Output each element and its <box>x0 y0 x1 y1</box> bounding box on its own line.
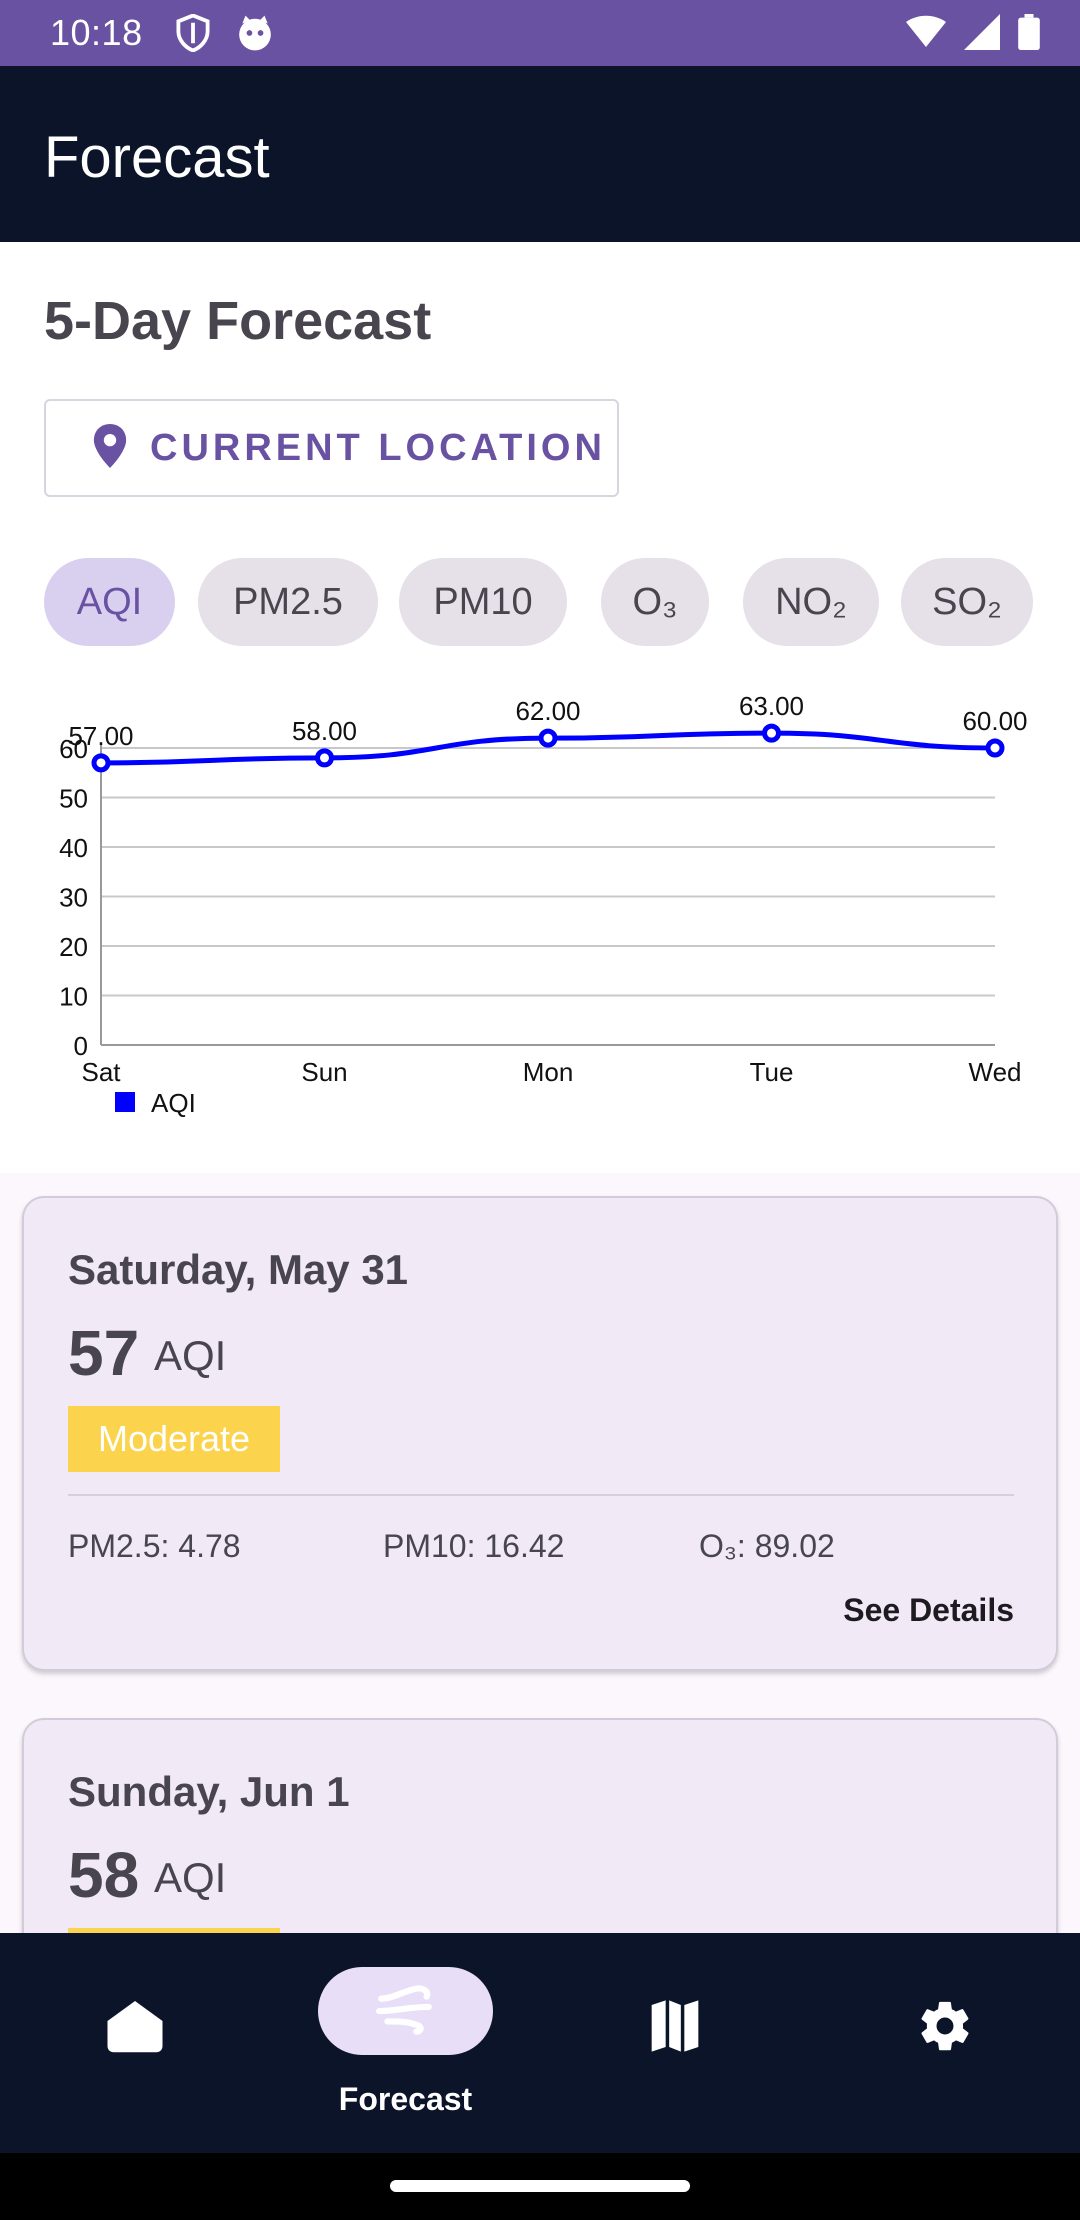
chip-label: O₃ <box>632 580 678 623</box>
metric-o3: O₃: 89.02 <box>699 1528 835 1564</box>
y-tick-label: 30 <box>59 883 88 913</box>
chip-no2[interactable]: NO₂ <box>743 558 879 646</box>
y-tick-label: 50 <box>59 784 88 814</box>
chip-label: AQI <box>76 580 143 623</box>
card-date: Sunday, Jun 1 <box>68 1768 350 1815</box>
forecast-list: Saturday, May 31 57 AQI Moderate PM2.5: … <box>0 1173 1080 2118</box>
divider <box>68 1494 1014 1496</box>
air-icon <box>375 1982 437 2041</box>
card-date: Saturday, May 31 <box>68 1246 409 1293</box>
home-gesture-bar[interactable] <box>390 2180 690 2192</box>
nav-item-forecast[interactable] <box>318 1967 493 2055</box>
chip-label: PM10 <box>433 580 533 623</box>
nav-item-map[interactable] <box>620 1973 730 2083</box>
status-bar: 10:18 <box>0 0 1080 66</box>
data-label: 62.00 <box>515 696 580 726</box>
legend-swatch <box>115 1092 135 1112</box>
battery-icon <box>1018 14 1040 55</box>
cat-icon <box>236 14 274 57</box>
bottom-navigation: Forecast <box>0 1933 1080 2153</box>
chip-so2[interactable]: SO₂ <box>901 558 1033 646</box>
card-aqi-unit: AQI <box>154 1854 227 1901</box>
x-tick-label: Tue <box>750 1057 794 1087</box>
chip-pm10[interactable]: PM10 <box>399 558 567 646</box>
data-point <box>538 728 558 748</box>
shield-icon <box>175 13 211 57</box>
see-details-button[interactable]: See Details <box>843 1592 1014 1629</box>
current-location-label: CURRENT LOCATION <box>150 426 606 469</box>
settings-icon <box>916 1997 974 2060</box>
aqi-forecast-chart: 0102030405060Sat Sun Mon Tue Wed57.00 58.0062… <box>59 691 1027 1118</box>
status-time: 10:18 <box>50 12 143 53</box>
metric-pm25: PM2.5: 4.78 <box>68 1528 241 1564</box>
x-tick-label: Wed <box>969 1057 1022 1087</box>
signal-icon <box>964 14 1000 55</box>
wifi-icon <box>906 14 946 55</box>
y-tick-label: 20 <box>59 932 88 962</box>
data-label: 57.00 <box>68 721 133 751</box>
forecast-card[interactable]: Saturday, May 31 57 AQI Moderate PM2.5: … <box>22 1196 1058 1671</box>
data-label: 63.00 <box>739 691 804 721</box>
app-bar: Forecast <box>0 66 1080 242</box>
chip-label: SO₂ <box>932 580 1002 623</box>
y-tick-label: 10 <box>59 982 88 1012</box>
card-aqi-value: 58 <box>68 1839 140 1911</box>
data-label: 60.00 <box>962 706 1027 736</box>
data-point <box>762 723 781 743</box>
nav-item-home[interactable] <box>80 1973 190 2083</box>
current-location-button[interactable]: CURRENT LOCATION <box>44 399 619 497</box>
nav-item-settings[interactable] <box>890 1973 1000 2083</box>
page-title: Forecast <box>44 125 270 190</box>
map-icon <box>649 1998 701 2059</box>
location-pin-icon <box>92 423 128 473</box>
x-tick-label: Mon <box>523 1057 574 1087</box>
data-point <box>985 738 1005 758</box>
y-tick-label: 40 <box>59 833 88 863</box>
chip-o3[interactable]: O₃ <box>601 558 709 646</box>
data-label: 58.00 <box>292 716 357 746</box>
section-title: 5-Day Forecast <box>44 291 432 351</box>
status-badge-label: Moderate <box>97 1418 251 1459</box>
x-tick-label: Sun <box>301 1057 347 1087</box>
chip-aqi[interactable]: AQI <box>44 558 175 646</box>
data-point <box>91 753 111 773</box>
status-badge: Moderate <box>68 1406 280 1472</box>
chip-pm25[interactable]: PM2.5 <box>198 558 378 646</box>
metric-pm10: PM10: 16.42 <box>383 1528 565 1564</box>
card-aqi-unit: AQI <box>154 1332 227 1379</box>
nav-label-forecast: Forecast <box>338 2081 473 2117</box>
home-icon <box>105 1998 165 2059</box>
data-point <box>315 748 334 768</box>
card-aqi-value: 57 <box>68 1317 140 1389</box>
legend-label: AQI <box>151 1088 196 1118</box>
chip-label: NO₂ <box>775 580 847 623</box>
x-tick-label: Sat <box>81 1057 121 1087</box>
chip-label: PM2.5 <box>233 580 343 623</box>
